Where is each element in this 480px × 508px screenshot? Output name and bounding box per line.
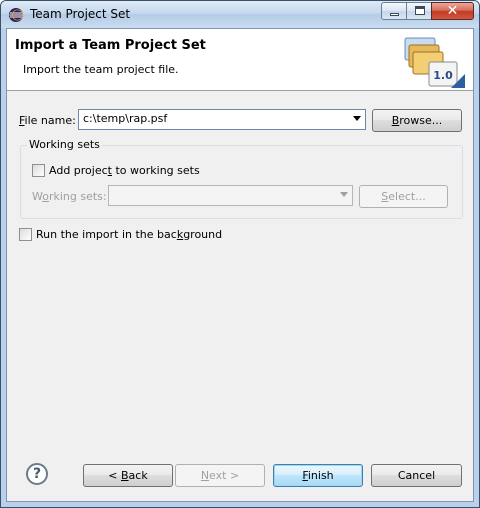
run-in-background-label[interactable]: Run the import in the background (36, 228, 222, 241)
page-title: Import a Team Project Set (15, 38, 206, 53)
working-sets-combo[interactable] (108, 185, 353, 206)
add-to-working-sets-label[interactable]: Add project to working sets (49, 164, 200, 177)
chevron-down-icon[interactable] (353, 116, 361, 121)
help-icon[interactable]: ? (26, 463, 48, 485)
wizard-banner: Import a Team Project Set Import the tea… (7, 29, 473, 91)
close-button[interactable]: ✕ (431, 2, 474, 20)
run-in-background-checkbox[interactable] (19, 228, 32, 241)
minimize-button[interactable] (381, 2, 407, 20)
eclipse-icon (9, 8, 24, 22)
cancel-button[interactable]: Cancel (371, 464, 462, 487)
minimize-icon (390, 13, 399, 16)
next-button[interactable]: Next > (175, 464, 265, 487)
window-title: Team Project Set (30, 7, 131, 21)
maximize-icon (415, 6, 425, 15)
add-to-working-sets-checkbox[interactable] (32, 164, 45, 177)
close-icon: ✕ (446, 3, 459, 19)
back-button[interactable]: < Back (83, 464, 173, 487)
file-name-label: File name: (19, 114, 76, 127)
title-bar[interactable]: Team Project Set ✕ (1, 1, 479, 28)
maximize-button[interactable] (406, 2, 432, 20)
working-sets-group-title: Working sets (27, 138, 102, 151)
team-project-set-icon: 1.0 (404, 37, 465, 88)
select-button[interactable]: Select... (359, 185, 448, 208)
page-description: Import the team project file. (23, 63, 179, 76)
version-badge: 1.0 (433, 69, 453, 82)
browse-button[interactable]: Browse... (372, 109, 462, 132)
finish-button[interactable]: Finish (273, 464, 363, 487)
working-sets-label: Working sets: (32, 190, 107, 203)
dialog-window: Team Project Set ✕ Import a Team Project… (0, 0, 480, 508)
file-name-combo[interactable] (78, 109, 366, 130)
file-name-input[interactable] (83, 112, 343, 125)
chevron-down-icon[interactable] (340, 192, 348, 197)
dialog-content: Import a Team Project Set Import the tea… (6, 28, 474, 502)
